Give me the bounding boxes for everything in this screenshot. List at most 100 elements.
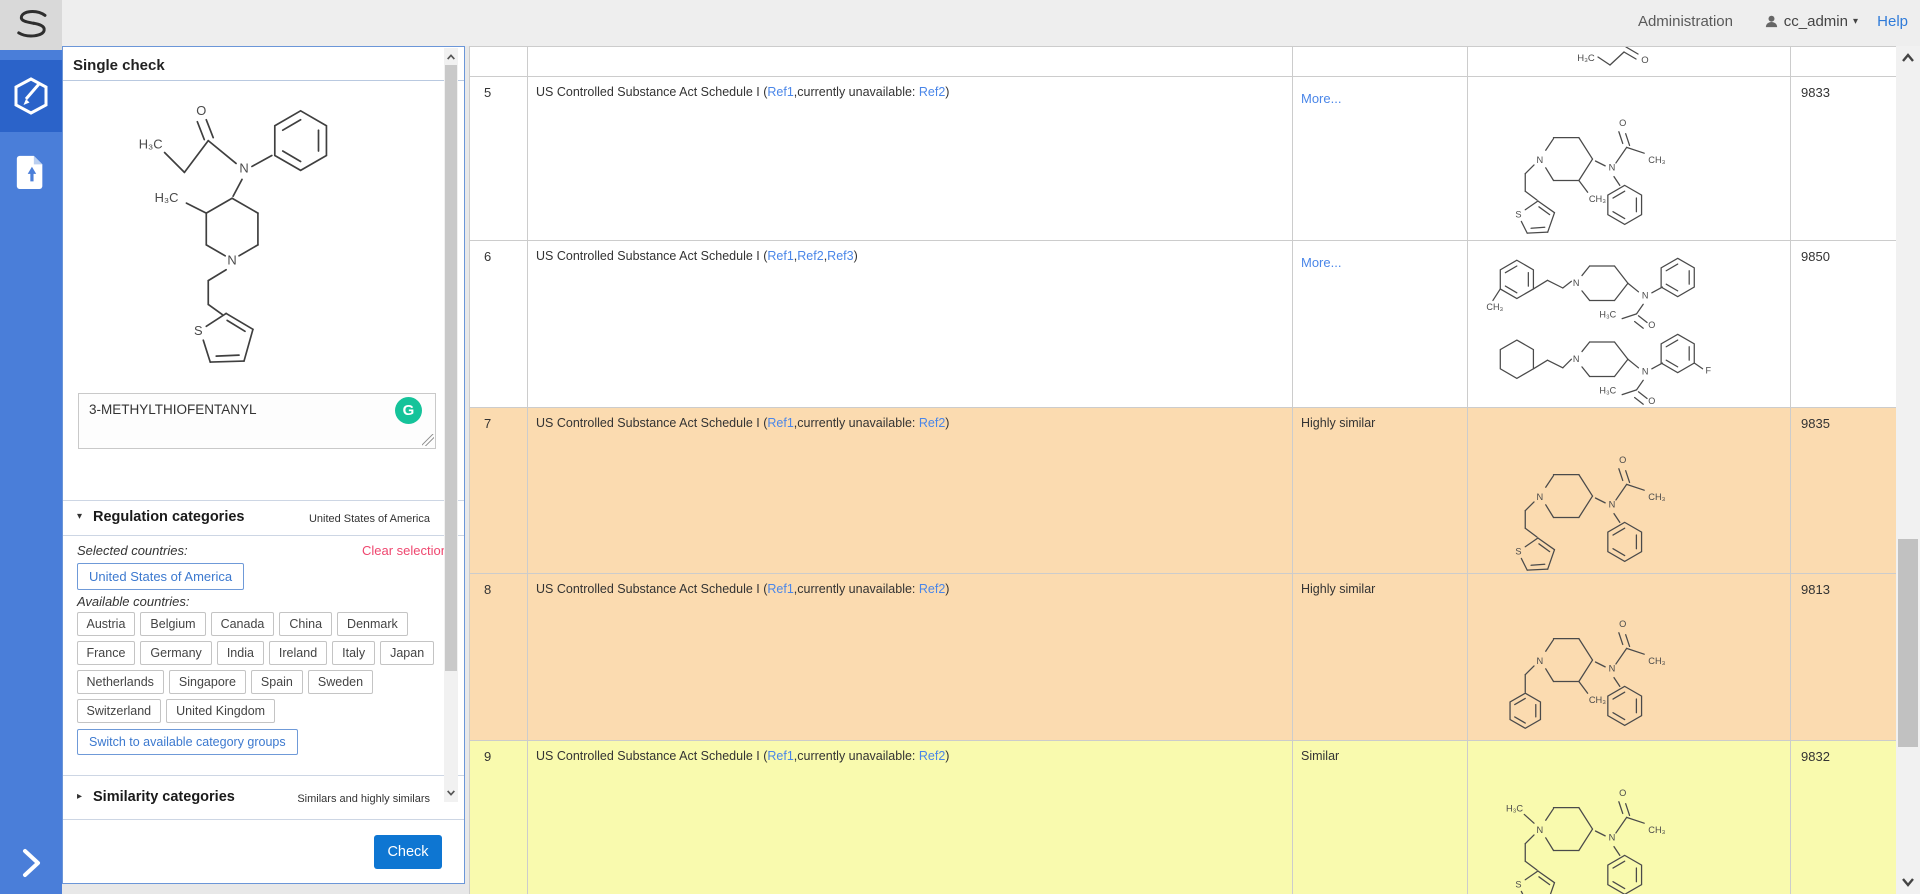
row-number: 8 <box>484 582 491 597</box>
main-scrollbar[interactable] <box>1896 46 1920 894</box>
ref-link[interactable]: Ref1 <box>767 582 793 596</box>
panel-scrollbar[interactable] <box>444 48 458 802</box>
scroll-down-icon[interactable] <box>1896 872 1920 892</box>
cell-similarity: Highly similar <box>1293 574 1468 740</box>
cell-structure <box>1468 574 1791 740</box>
country-button[interactable]: United Kingdom <box>166 699 275 723</box>
country-button[interactable]: Belgium <box>140 612 205 636</box>
ref-link[interactable]: Ref1 <box>767 749 793 763</box>
caret-down-icon: ▾ <box>1853 16 1858 27</box>
top-bar: Administration cc_admin ▾ Help <box>0 0 1920 46</box>
svg-text:O: O <box>1641 55 1648 66</box>
structure-name-input[interactable]: 3-METHYLTHIOFENTANYL <box>78 393 436 449</box>
scrollbar-thumb[interactable] <box>1898 539 1918 747</box>
user-menu[interactable]: cc_admin ▾ <box>1764 13 1858 30</box>
cell-similarity: More... <box>1293 77 1468 240</box>
ref-link[interactable]: Ref1 <box>767 249 793 263</box>
structure-id: 9835 <box>1801 416 1830 431</box>
resize-handle[interactable] <box>422 434 434 446</box>
svg-text:H₃C: H₃C <box>1577 53 1595 64</box>
structure-image: F <box>1482 319 1770 408</box>
country-button[interactable]: China <box>279 612 332 636</box>
similarity-label: Highly similar <box>1301 416 1375 430</box>
similarity-label: Highly similar <box>1301 582 1375 596</box>
cell-number: 7 <box>470 408 528 573</box>
sidebar-item-single-check[interactable] <box>0 60 62 132</box>
table-row-similar: 9 US Controlled Substance Act Schedule I… <box>470 741 1896 894</box>
country-button[interactable]: Switzerland <box>77 699 162 723</box>
category-text: US Controlled Substance Act Schedule I (… <box>536 416 949 430</box>
clear-selection-link[interactable]: Clear selection <box>362 543 448 558</box>
more-link[interactable]: More... <box>1301 91 1341 106</box>
country-button[interactable]: Netherlands <box>77 670 164 694</box>
cell-similarity: Similar <box>1293 741 1468 894</box>
cell-number: 6 <box>470 241 528 407</box>
country-button[interactable]: Austria <box>77 612 136 636</box>
cell-category: US Controlled Substance Act Schedule I (… <box>528 408 1293 573</box>
country-button[interactable]: France <box>77 641 136 665</box>
cell-number: 5 <box>470 77 528 240</box>
country-button[interactable]: Italy <box>332 641 375 665</box>
cell-similarity <box>1293 47 1468 76</box>
sidebar-expand-button[interactable] <box>0 840 62 886</box>
country-button[interactable]: Germany <box>140 641 211 665</box>
check-button[interactable]: Check <box>374 835 442 869</box>
cell-structure: CH₃ F <box>1468 241 1791 407</box>
country-button[interactable]: Denmark <box>337 612 408 636</box>
svg-text:H₃C: H₃C <box>155 190 179 205</box>
country-button[interactable]: Singapore <box>169 670 246 694</box>
cell-structure <box>1468 408 1791 573</box>
svg-text:O: O <box>196 103 206 118</box>
ref-link[interactable]: Ref3 <box>827 249 853 263</box>
row-number: 6 <box>484 249 491 264</box>
structure-image: H₃C <box>1498 753 1728 894</box>
cell-number <box>470 47 528 76</box>
cell-structure <box>1468 77 1791 240</box>
country-button[interactable]: Spain <box>251 670 303 694</box>
ref-link[interactable]: Ref2 <box>919 582 945 596</box>
row-number: 7 <box>484 416 491 431</box>
help-link[interactable]: Help <box>1877 13 1908 30</box>
svg-text:N: N <box>227 253 236 268</box>
country-button[interactable]: Canada <box>211 612 275 636</box>
more-link[interactable]: More... <box>1301 255 1341 270</box>
switch-category-groups-button[interactable]: Switch to available category groups <box>77 729 298 755</box>
chevron-right-icon <box>18 845 44 881</box>
similarity-categories-header[interactable]: ▸ Similarity categories Similars and hig… <box>63 783 444 813</box>
table-row-highly-similar: 7 US Controlled Substance Act Schedule I… <box>470 408 1896 574</box>
app-root: Administration cc_admin ▾ Help <box>0 0 1920 894</box>
row-number: 5 <box>484 85 491 100</box>
ref-link[interactable]: Ref2 <box>797 249 823 263</box>
ref-link[interactable]: Ref1 <box>767 85 793 99</box>
cell-id: 9832 <box>1791 741 1896 894</box>
table-row-partial: H₃C O <box>470 47 1896 77</box>
ref-link[interactable]: Ref2 <box>919 416 945 430</box>
country-button[interactable]: India <box>217 641 264 665</box>
country-button[interactable]: Japan <box>380 641 434 665</box>
scroll-down-icon[interactable] <box>444 786 458 800</box>
structure-id: 9833 <box>1801 85 1830 100</box>
country-button[interactable]: Sweden <box>308 670 373 694</box>
category-text: US Controlled Substance Act Schedule I (… <box>536 749 949 763</box>
ref-link[interactable]: Ref2 <box>919 749 945 763</box>
administration-link[interactable]: Administration <box>1638 13 1733 30</box>
ref-link[interactable]: Ref2 <box>919 85 945 99</box>
regulation-categories-header[interactable]: ▾ Regulation categories United States of… <box>63 503 444 533</box>
chemaxon-logo-icon <box>10 6 52 44</box>
cell-category: US Controlled Substance Act Schedule I (… <box>528 574 1293 740</box>
structure-id: 9850 <box>1801 249 1830 264</box>
scroll-up-icon[interactable] <box>444 50 458 64</box>
divider <box>63 819 464 820</box>
svg-text:CH₃: CH₃ <box>1486 302 1503 312</box>
selected-country-chip[interactable]: United States of America <box>77 563 244 590</box>
country-button[interactable]: Ireland <box>269 641 327 665</box>
scrollbar-thumb[interactable] <box>445 65 457 671</box>
svg-text:H₃C: H₃C <box>1506 804 1523 814</box>
sidebar <box>0 50 62 894</box>
ref-link[interactable]: Ref1 <box>767 416 793 430</box>
structure-fragment-image: H₃C O <box>1572 47 1682 73</box>
grammarly-icon[interactable]: G <box>395 397 422 424</box>
similarity-label: Similar <box>1301 749 1339 763</box>
sidebar-item-batch-check[interactable] <box>0 135 62 207</box>
scroll-up-icon[interactable] <box>1896 48 1920 68</box>
